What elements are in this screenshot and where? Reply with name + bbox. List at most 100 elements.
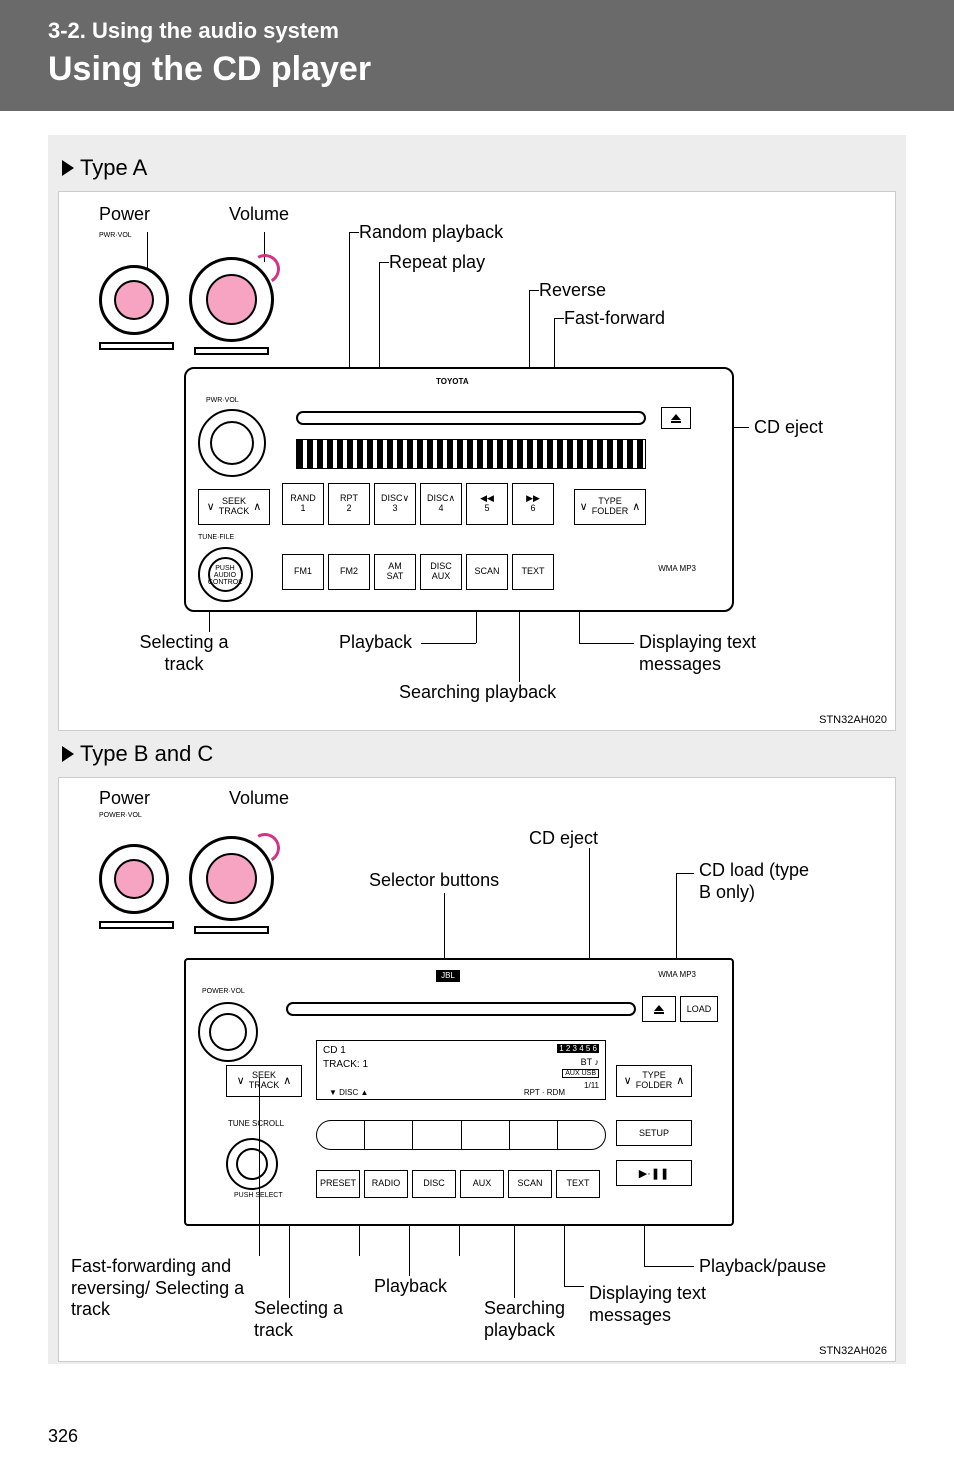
label-ffrev: Fast-forwarding and reversing/ Selecting… [71, 1256, 251, 1321]
text-button-b[interactable]: TEXT [556, 1170, 600, 1198]
rev-5-button[interactable]: ◀◀5 [466, 483, 508, 525]
pwrvol-knob-b[interactable] [198, 1002, 258, 1062]
disc-button[interactable]: DISC [412, 1170, 456, 1198]
page-header: 3-2. Using the audio system Using the CD… [0, 0, 954, 111]
cd-slot-b [286, 1002, 636, 1016]
eject-icon-b [654, 1005, 664, 1011]
fm2-button[interactable]: FM2 [328, 554, 370, 590]
display-bt-icon: BT ♪ [581, 1057, 599, 1067]
eject-button-b[interactable] [642, 996, 676, 1022]
diagram-type-bc: Power Volume CD eject Selector buttons C… [58, 777, 896, 1362]
type-folder-button[interactable]: ∨ TYPEFOLDER ∧ [574, 489, 646, 525]
tune-scroll-label: TUNE SCROLL [228, 1120, 284, 1128]
volume-arc-icon-b [247, 830, 284, 867]
powervol-tiny-label: POWER·VOL [99, 812, 142, 819]
tune-knob-b[interactable] [226, 1138, 278, 1190]
aux-button[interactable]: AUX [460, 1170, 504, 1198]
selector-button-strip[interactable] [316, 1120, 606, 1150]
content-area: Type A Power Volume Random playback Repe… [0, 111, 954, 1364]
disc-up-4-button[interactable]: DISC∧4 [420, 483, 462, 525]
label-select-track-b: Selecting a track [254, 1298, 364, 1341]
diagram-type-a: Power Volume Random playback Repeat play… [58, 191, 896, 731]
display-track-text: TRACK: 1 [323, 1059, 368, 1070]
type-a-label: Type A [80, 155, 147, 181]
type-folder-button-b[interactable]: ∨ TYPEFOLDER ∧ [616, 1065, 692, 1097]
display-aux-usb: AUX USB [562, 1069, 599, 1078]
type-bc-label: Type B and C [80, 741, 213, 767]
display-track-count: 1/11 [584, 1081, 599, 1090]
label-playpause: Playback/pause [699, 1256, 826, 1277]
power-knob-large-b [99, 844, 169, 914]
stereo-unit-b: JBL WMA MP3 POWER·VOL LOAD CD 1 TRACK: 1 [184, 958, 734, 1226]
scan-button[interactable]: SCAN [466, 554, 508, 590]
text-button[interactable]: TEXT [512, 554, 554, 590]
label-search: Searching playback [399, 682, 556, 703]
power-knob-large [99, 265, 169, 335]
triangle-icon [62, 746, 74, 762]
pwrvol-knob[interactable] [198, 409, 266, 477]
label-selector: Selector buttons [369, 870, 499, 891]
radio-button[interactable]: RADIO [364, 1170, 408, 1198]
label-power-b: Power [99, 788, 150, 809]
wma-mp3-label: WMA MP3 [658, 564, 696, 573]
label-playback-b: Playback [374, 1276, 447, 1297]
fm1-button[interactable]: FM1 [282, 554, 324, 590]
label-volume: Volume [229, 204, 289, 225]
brand-label: TOYOTA [436, 377, 469, 386]
display-cd-text: CD 1 [323, 1045, 346, 1056]
label-load: CD load (type B only) [699, 860, 819, 903]
push-audio-label: PUSH AUDIO CONTROL [206, 565, 244, 586]
triangle-icon [62, 160, 74, 176]
label-ffwd: Fast-forward [564, 308, 665, 329]
label-eject: CD eject [754, 417, 823, 438]
powervol-panel-label: POWER·VOL [202, 988, 245, 995]
fwd-6-button[interactable]: ▶▶6 [512, 483, 554, 525]
seek-track-button-b[interactable]: ∨ SEEKTRACK ∧ [226, 1065, 302, 1097]
tunefile-label: TUNE·FILE [198, 534, 234, 541]
label-display-text: Displaying text messages [639, 632, 779, 675]
display-screen: CD 1 TRACK: 1 1 2 3 4 5 6 BT ♪ AUX USB 1… [316, 1040, 606, 1100]
image-code-a: STN32AH020 [819, 714, 887, 726]
label-repeat: Repeat play [389, 252, 485, 273]
eject-icon [671, 414, 681, 420]
rpt-2-button[interactable]: RPT2 [328, 483, 370, 525]
scan-button-b[interactable]: SCAN [508, 1170, 552, 1198]
image-code-b: STN32AH026 [819, 1345, 887, 1357]
label-playback: Playback [339, 632, 412, 653]
gray-background-panel: Type A Power Volume Random playback Repe… [48, 135, 906, 1364]
display-disc-numbers: 1 2 3 4 5 6 [557, 1044, 599, 1053]
type-bc-heading: Type B and C [58, 731, 896, 777]
label-reverse: Reverse [539, 280, 606, 301]
volume-knob-large-b [189, 836, 274, 921]
disc-aux-button[interactable]: DISCAUX [420, 554, 462, 590]
load-button[interactable]: LOAD [680, 996, 718, 1022]
label-power: Power [99, 204, 150, 225]
section-title: Using the CD player [48, 50, 954, 89]
pwrvol-tiny-label: PWR·VOL [99, 232, 132, 239]
pwrvol-panel-label: PWR·VOL [206, 397, 239, 404]
wma-mp3-label-b: WMA MP3 [658, 970, 696, 979]
setup-button[interactable]: SETUP [616, 1120, 692, 1146]
jbl-badge: JBL [436, 970, 460, 982]
stereo-unit-a: TOYOTA PWR·VOL ∨ [184, 367, 734, 612]
volume-arc-icon [247, 251, 284, 288]
page-number: 326 [48, 1426, 78, 1447]
label-random: Random playback [359, 222, 503, 243]
label-search-b: Searching playback [484, 1298, 584, 1341]
cd-slot [296, 411, 646, 425]
label-eject-b: CD eject [529, 828, 598, 849]
preset-button[interactable]: PRESET [316, 1170, 360, 1198]
section-number: 3-2. Using the audio system [48, 18, 954, 44]
type-a-heading: Type A [58, 145, 896, 191]
label-select-track: Selecting a track [139, 632, 229, 675]
label-display-text-b: Displaying text messages [589, 1283, 739, 1326]
label-volume-b: Volume [229, 788, 289, 809]
am-sat-button[interactable]: AMSAT [374, 554, 416, 590]
play-pause-button[interactable]: ▶·❚❚ [616, 1160, 692, 1186]
display-strip [296, 439, 646, 469]
volume-knob-large [189, 257, 274, 342]
rand-1-button[interactable]: RAND1 [282, 483, 324, 525]
seek-track-button[interactable]: ∨ SEEKTRACK ∧ [198, 489, 270, 525]
disc-down-3-button[interactable]: DISC∨3 [374, 483, 416, 525]
eject-button[interactable] [661, 407, 691, 429]
